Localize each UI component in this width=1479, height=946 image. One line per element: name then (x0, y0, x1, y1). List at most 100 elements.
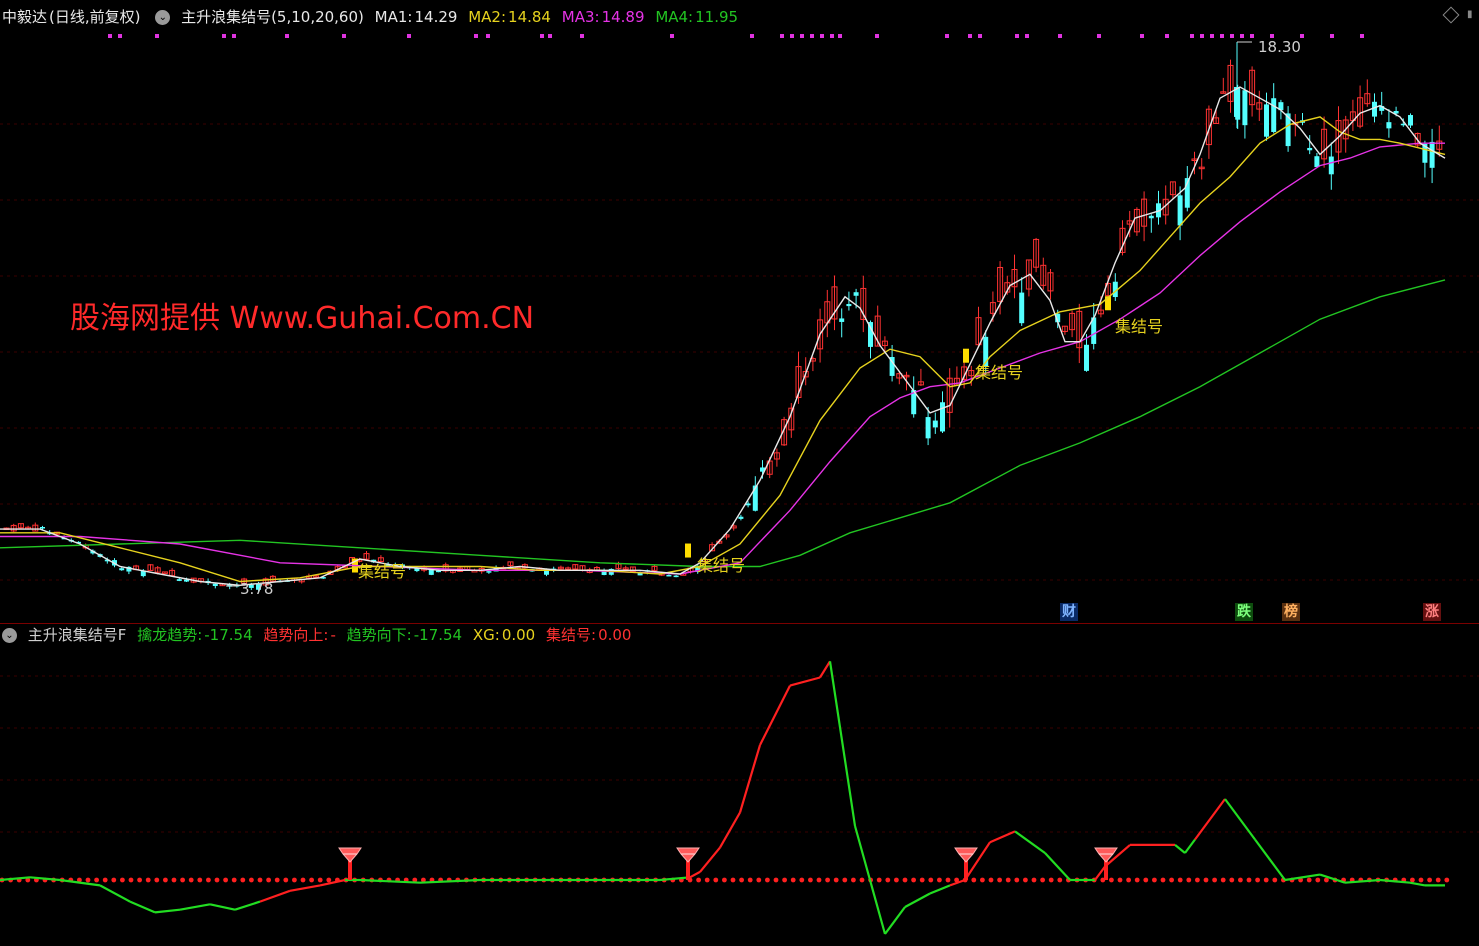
signal-dot (830, 34, 834, 38)
baseline-dot (1134, 877, 1140, 883)
baseline-dot (756, 877, 762, 883)
baseline-dot (1427, 877, 1432, 883)
trend-segment (1044, 852, 1071, 881)
trend-segment (819, 660, 831, 679)
candle-body (853, 292, 859, 296)
candle-body (1372, 101, 1377, 117)
trend-segment (1014, 830, 1046, 854)
baseline-dot (1040, 877, 1045, 883)
baseline-dot (1014, 877, 1020, 883)
finance-badge[interactable]: 财 (1060, 603, 1078, 621)
ma1-label: MA1: (374, 8, 413, 26)
baseline-dot (145, 877, 151, 883)
sub-indicator-name[interactable]: 主升浪集结号F (28, 626, 127, 644)
candle-body (1307, 147, 1313, 151)
trend-segment (1254, 838, 1286, 881)
baseline-dot (997, 877, 1002, 883)
baseline-dot (223, 877, 229, 883)
trend-segment (1184, 838, 1196, 854)
trend-segment (359, 878, 421, 884)
candle-body (1408, 115, 1413, 126)
indicator-grid (0, 675, 1479, 833)
baseline-dot (326, 877, 332, 883)
candle-body (1328, 156, 1334, 175)
baseline-dot (1220, 877, 1226, 883)
rise-badge[interactable]: 涨 (1423, 603, 1441, 621)
trend-segment (689, 870, 701, 879)
baseline-dot (1143, 877, 1149, 883)
baseline-dot (885, 877, 891, 883)
panel-divider[interactable] (0, 623, 1479, 624)
trend-segment (154, 908, 181, 914)
indicator-toggle-icon[interactable]: ⌄ (155, 10, 171, 25)
candle-body (1019, 292, 1025, 324)
baseline-dot (945, 877, 951, 883)
signal-dot (1015, 34, 1019, 38)
indicator-name[interactable]: 主升浪集结号(5,10,20,60) (181, 8, 364, 26)
fall-badge[interactable]: 跌 (1235, 603, 1253, 621)
ma4-label: MA4: (655, 8, 694, 26)
candle-body (1386, 122, 1392, 129)
candle-body (212, 583, 218, 587)
zero-dotted-line (0, 877, 1450, 883)
signal-dot (1097, 34, 1101, 38)
baseline-dot (722, 877, 727, 883)
trend-segment (1194, 798, 1226, 841)
period-label[interactable]: (日线,前复权) (49, 8, 140, 26)
trend-segment (884, 906, 906, 935)
price-grid (0, 123, 1479, 581)
baseline-dot (188, 877, 194, 883)
trend-segment (319, 878, 346, 887)
baseline-dot (747, 877, 753, 883)
baseline-dot (1418, 877, 1424, 883)
signal-diamond-icon (954, 847, 978, 863)
baseline-dot (971, 877, 977, 883)
ma1-value: 14.29 (414, 8, 458, 26)
baseline-dot (274, 877, 280, 883)
signal-dot (750, 34, 754, 38)
baseline-dot (1057, 877, 1063, 883)
candle-body (752, 485, 758, 511)
ma3-value: 14.89 (601, 8, 645, 26)
candle-body (1177, 195, 1183, 226)
signal-dot (945, 34, 949, 38)
trend-segment (738, 744, 762, 813)
signal-candle (685, 543, 691, 558)
baseline-dot (317, 877, 323, 883)
baseline-dot (859, 877, 865, 883)
baseline-dot (163, 877, 168, 883)
baseline-dot (1169, 877, 1174, 883)
candle-body (940, 402, 945, 432)
signal-dot (790, 34, 794, 38)
stock-name[interactable]: 中毅达 (2, 8, 47, 26)
jjh-label: 集结号: (546, 626, 597, 644)
baseline-dot (1246, 877, 1252, 883)
candle-body (1084, 344, 1089, 371)
rank-badge[interactable]: 榜 (1282, 603, 1300, 621)
candle-body (119, 568, 125, 571)
baseline-dot (214, 877, 220, 883)
indicator-toggle-icon[interactable]: ⌄ (2, 628, 17, 643)
ma3-line (0, 142, 1445, 575)
baseline-dot (1023, 877, 1028, 883)
signal-dot (474, 34, 478, 38)
baseline-dot (980, 877, 985, 883)
baseline-dot (1117, 877, 1123, 883)
signal-dot (800, 34, 804, 38)
indicator-chart[interactable] (0, 646, 1479, 946)
baseline-dot (120, 877, 125, 883)
baseline-dot (902, 877, 908, 883)
trend-segment (179, 903, 211, 911)
signal-dot (342, 34, 346, 38)
signal-dot (540, 34, 544, 38)
baseline-dot (283, 877, 289, 883)
baseline-dot (266, 877, 271, 883)
signal-dot (1140, 34, 1144, 38)
baseline-dot (1238, 877, 1243, 883)
diamond-icon[interactable] (1442, 6, 1460, 24)
baseline-dot (790, 877, 796, 883)
scroll-indicator-icon[interactable]: ▮ (1467, 9, 1475, 21)
baseline-dot (1435, 877, 1441, 883)
baseline-dot (300, 877, 306, 883)
baseline-dot (928, 877, 934, 883)
